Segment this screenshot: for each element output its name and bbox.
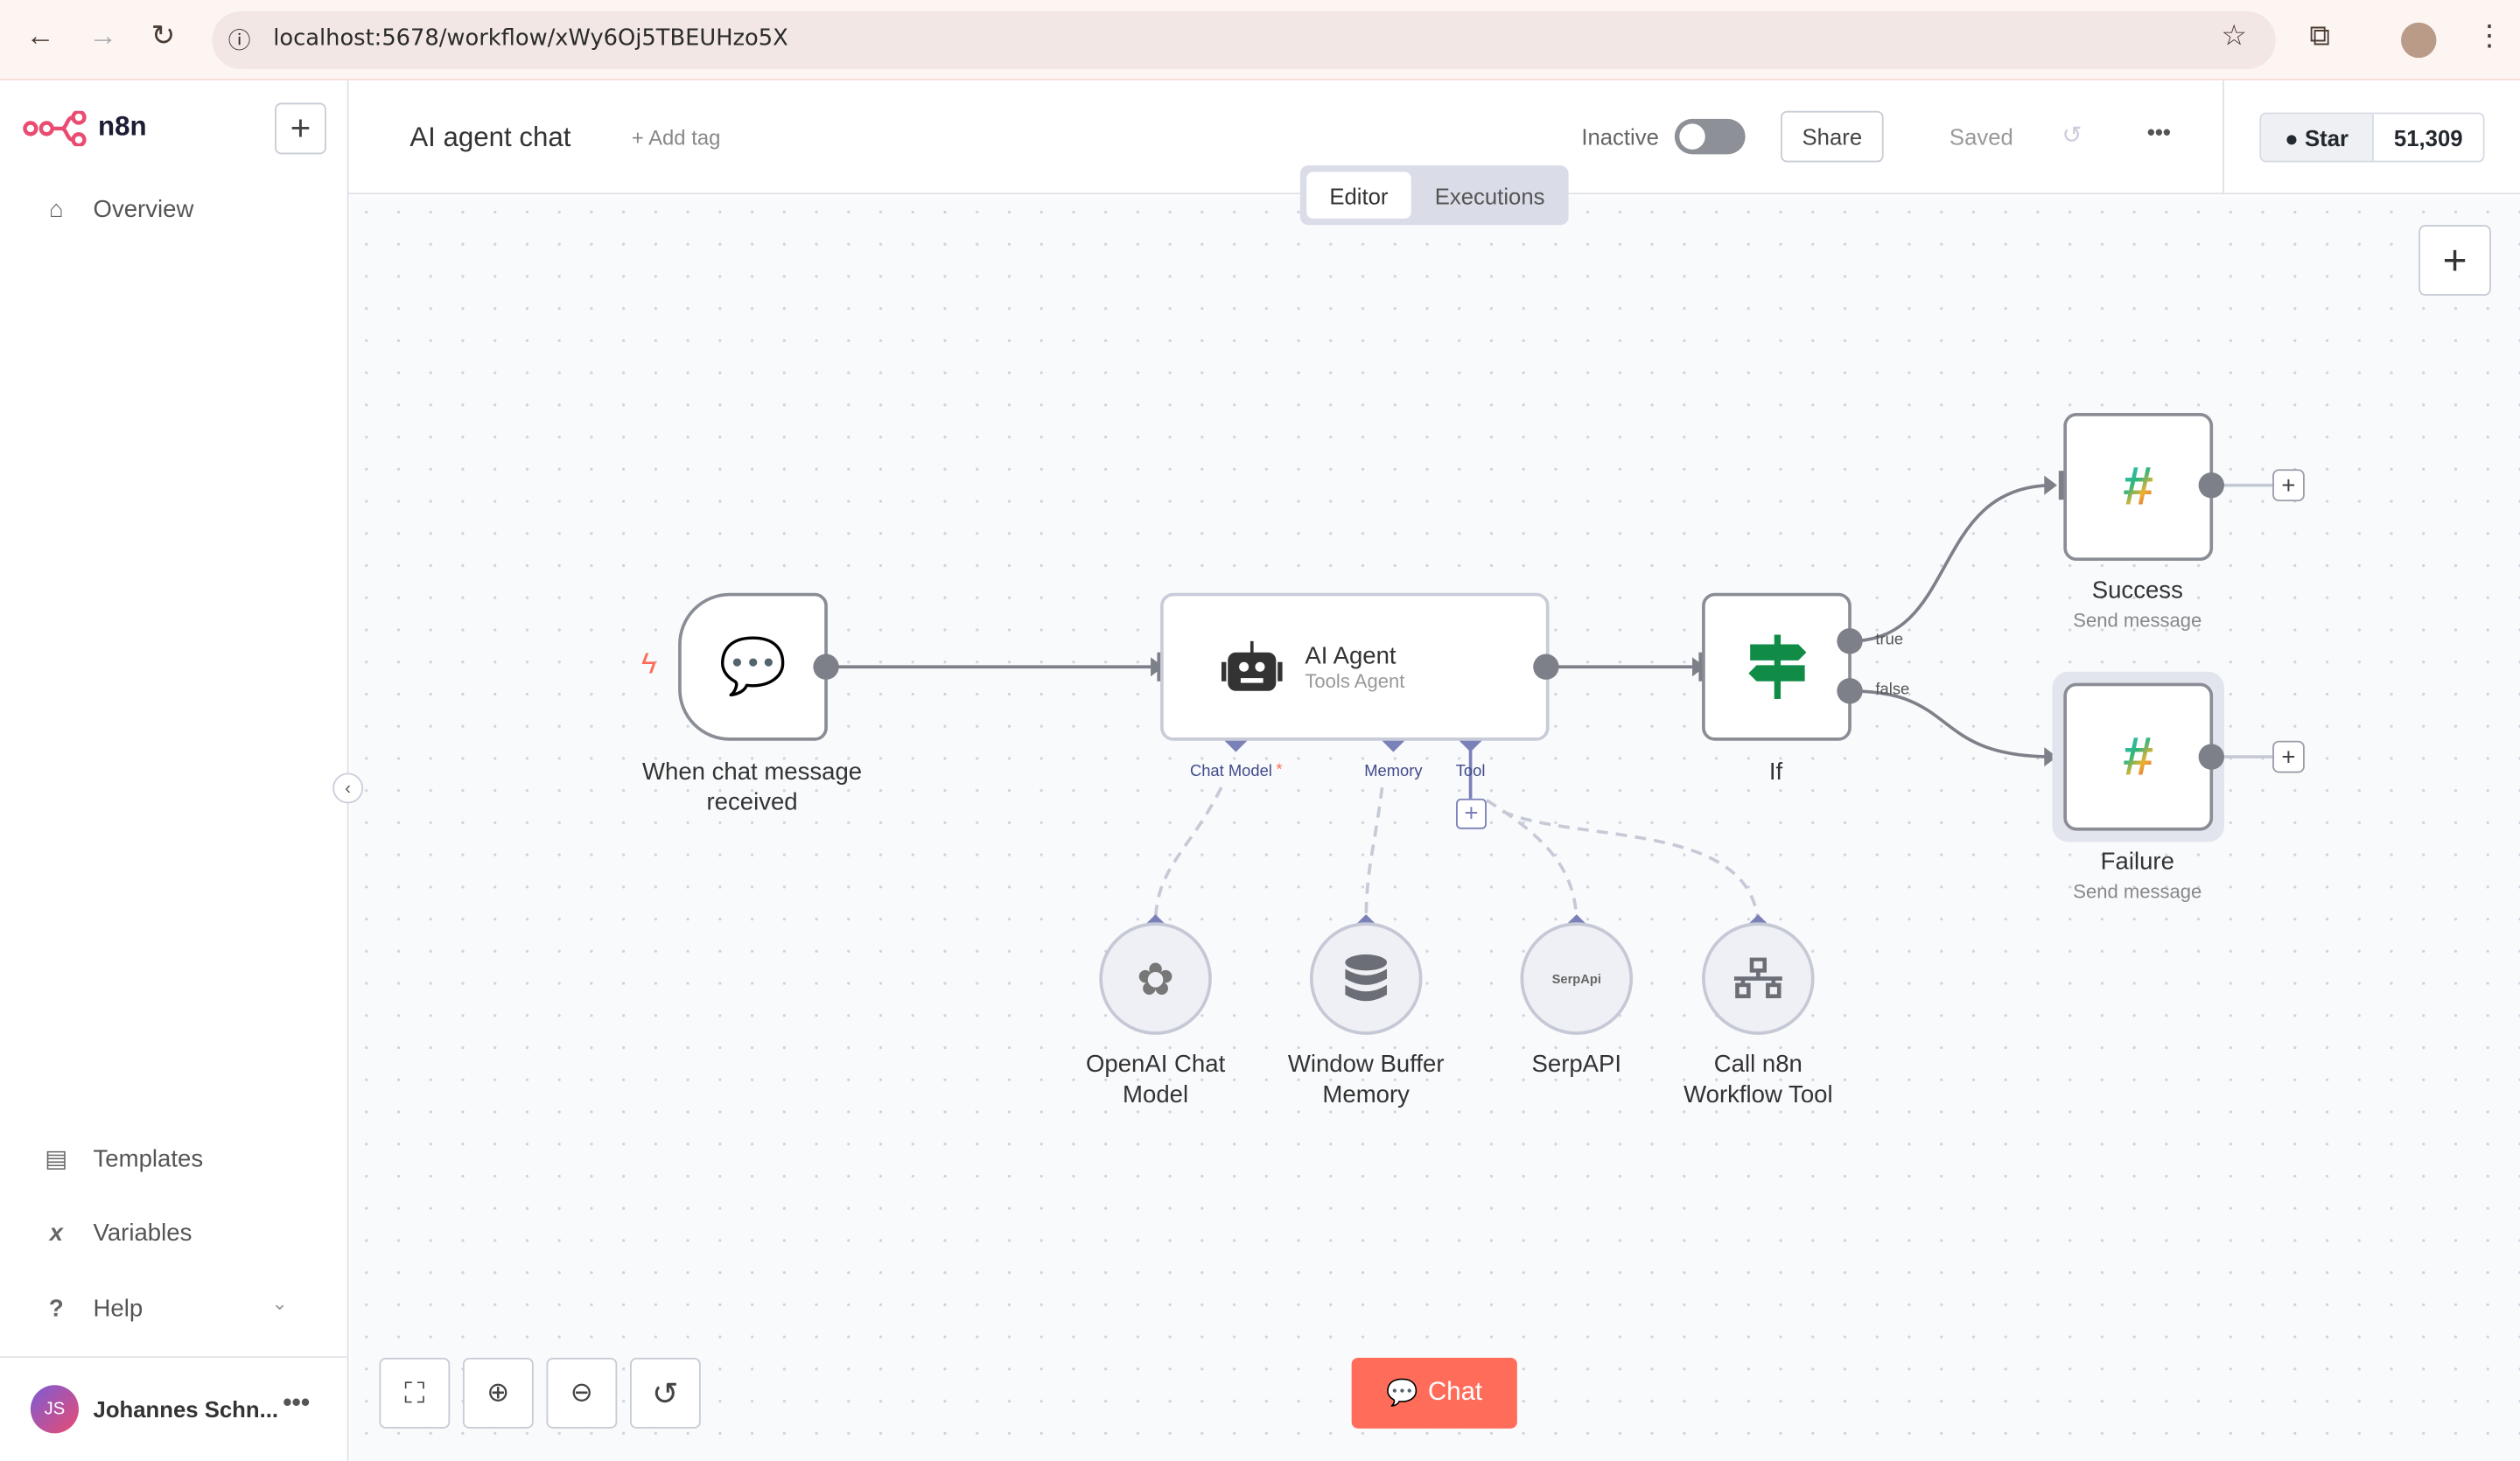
node-window-buffer-memory[interactable] <box>1309 922 1423 1035</box>
add-next-node-button[interactable]: + <box>2272 469 2305 502</box>
node-label: Window Buffer Memory <box>1287 1051 1445 1109</box>
connection-memory <box>1364 786 1384 925</box>
output-handle[interactable] <box>1533 654 1559 680</box>
zoom-in-button[interactable]: ⊕ <box>462 1358 534 1429</box>
signpost-icon <box>1747 634 1806 699</box>
serpapi-logo: SerpApi <box>1551 971 1601 986</box>
fit-view-button[interactable]: ⛶ <box>379 1358 451 1429</box>
connection-if-success <box>1850 483 2054 643</box>
node-chat-trigger[interactable]: 💬 <box>678 592 828 741</box>
node-slack-success[interactable]: # <box>2063 413 2214 562</box>
port-label: Chat Model <box>1189 763 1272 781</box>
chat-label: Chat <box>1428 1378 1483 1407</box>
output-handle[interactable] <box>2198 744 2224 770</box>
reset-zoom-button[interactable]: ↺ <box>629 1358 701 1429</box>
connection-workflow-tool <box>1502 809 1760 925</box>
connection-if-failure <box>1850 689 2054 758</box>
undo-icon: ↺ <box>651 1376 679 1412</box>
output-handle[interactable] <box>813 654 839 680</box>
node-slack-failure[interactable]: # <box>2063 682 2214 831</box>
node-serpapi[interactable]: SerpApi <box>1520 922 1634 1035</box>
node-label: If <box>1768 758 1783 786</box>
node-openai-chat-model[interactable]: ✿ <box>1099 922 1212 1035</box>
output-label-false: false <box>1875 681 1910 699</box>
node-label: When chat message received <box>641 758 863 817</box>
robot-icon <box>1221 640 1283 691</box>
database-icon <box>1345 954 1388 1002</box>
output-handle-true[interactable] <box>1837 628 1863 654</box>
sitemap-icon <box>1733 957 1782 999</box>
node-label: Success Send message <box>2073 577 2202 632</box>
connection-serpapi <box>1485 799 1578 925</box>
port-label: Tool <box>1455 763 1486 781</box>
openai-icon: ✿ <box>1137 954 1175 1004</box>
chat-button[interactable]: 💬 Chat <box>1351 1358 1517 1429</box>
lightning-icon: ϟ <box>640 647 657 680</box>
output-handle[interactable] <box>2198 472 2224 499</box>
node-label: SerpAPI <box>1531 1051 1622 1079</box>
node-label: Call n8n Workflow Tool <box>1684 1051 1833 1109</box>
output-handle-false[interactable] <box>1837 678 1863 704</box>
add-tool-button[interactable]: + <box>1456 798 1487 829</box>
node-if[interactable] <box>1702 592 1852 741</box>
port-label: Memory <box>1364 763 1423 781</box>
node-call-workflow-tool[interactable] <box>1702 922 1815 1035</box>
node-ai-agent[interactable]: AI Agent Tools Agent <box>1160 592 1550 741</box>
slack-icon: # <box>2123 725 2154 787</box>
chat-icon: 💬 <box>1386 1380 1419 1408</box>
connection-openai <box>1153 786 1223 925</box>
node-title: AI Agent <box>1305 641 1396 669</box>
chat-bubbles-icon: 💬 <box>718 636 788 698</box>
required-mark: * <box>1276 761 1283 779</box>
add-next-node-button[interactable]: + <box>2272 740 2305 773</box>
node-label: OpenAI Chat Model <box>1085 1051 1226 1109</box>
zoom-out-button[interactable]: ⊖ <box>546 1358 618 1429</box>
output-label-true: true <box>1875 631 1904 650</box>
zoom-in-icon: ⊕ <box>486 1377 510 1408</box>
slack-icon: # <box>2123 455 2154 517</box>
fullscreen-icon: ⛶ <box>404 1376 425 1409</box>
node-label: Failure Send message <box>2073 848 2202 904</box>
node-subtitle: Tools Agent <box>1305 668 1405 692</box>
zoom-out-icon: ⊖ <box>570 1377 593 1408</box>
